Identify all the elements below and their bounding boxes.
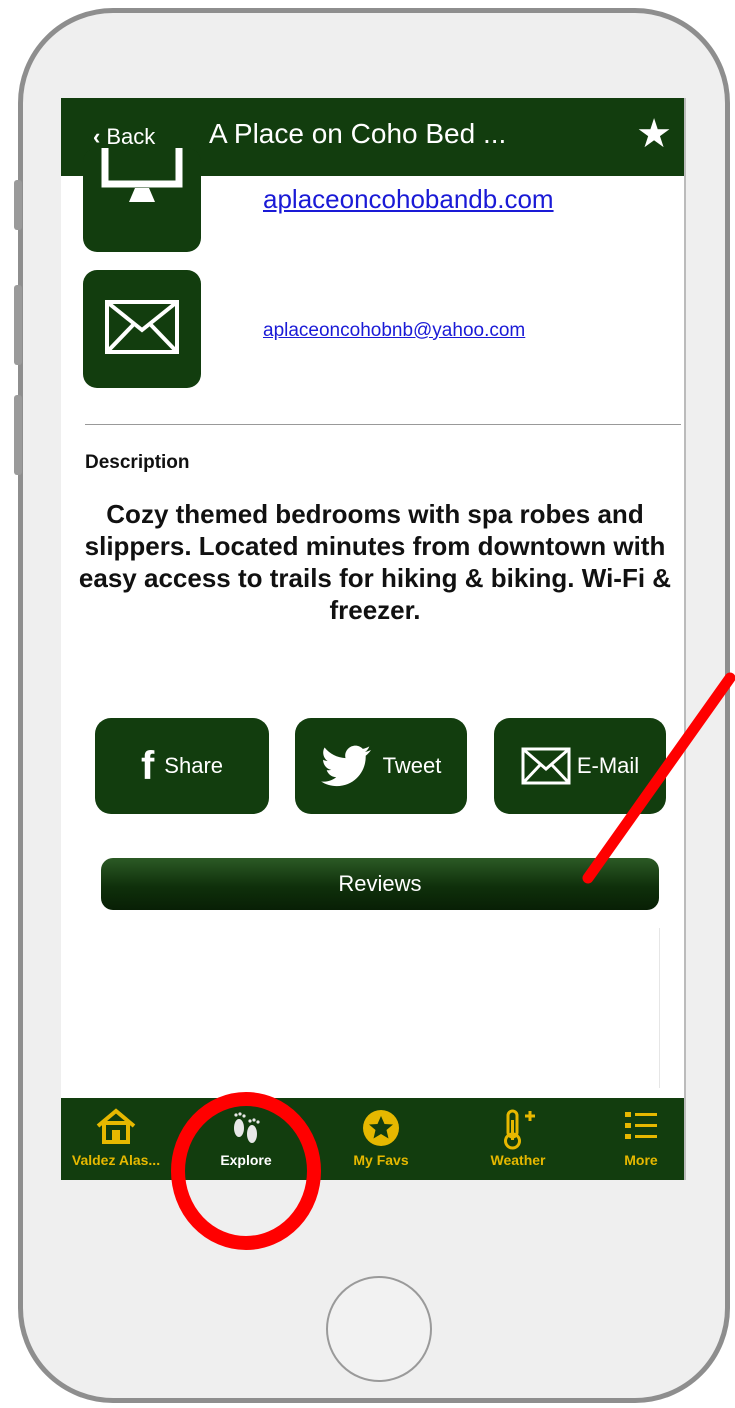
annotation-circle [171, 1092, 321, 1250]
annotation-overlay [171, 672, 735, 1250]
annotation-arrow-line [582, 672, 735, 884]
